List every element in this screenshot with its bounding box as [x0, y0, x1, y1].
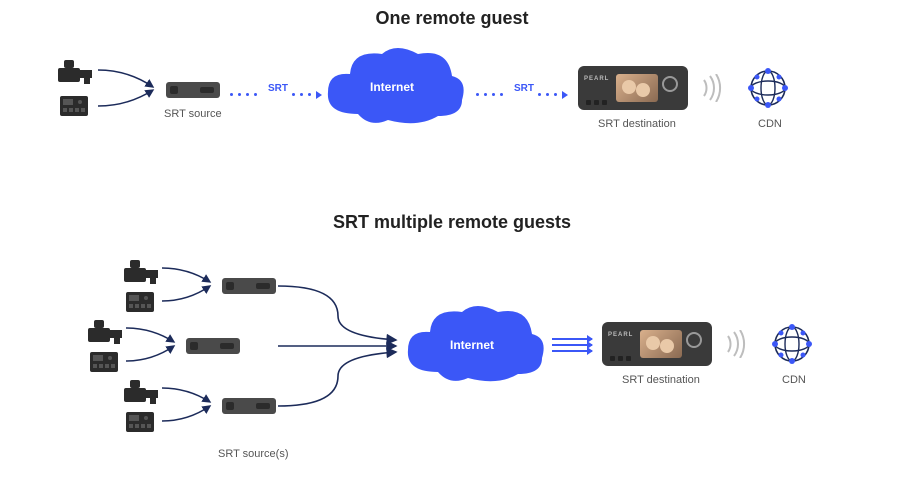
control-panel-icon — [60, 96, 88, 116]
camera-icon — [122, 258, 162, 286]
encoder-icon — [222, 278, 276, 294]
srt-label-right: SRT — [514, 83, 534, 94]
title-multi-guest: SRT multiple remote guests — [333, 212, 571, 233]
srt-label-left: SRT — [268, 83, 288, 94]
encoder-icon — [166, 82, 220, 98]
camera-icon — [122, 378, 162, 406]
control-panel-icon — [126, 292, 154, 312]
camera-icon — [86, 318, 126, 346]
caption-srt-destination: SRT destination — [598, 118, 676, 130]
encoder-icon — [222, 398, 276, 414]
caption-cdn-bottom: CDN — [782, 374, 806, 386]
camera-icon — [56, 58, 96, 86]
caption-srt-destination-bottom: SRT destination — [622, 374, 700, 386]
control-panel-icon — [126, 412, 154, 432]
caption-srt-source: SRT source — [164, 108, 222, 120]
globe-icon — [770, 322, 814, 366]
broadcast-waves-icon — [698, 74, 726, 102]
cloud-label-top: Internet — [370, 80, 414, 94]
globe-icon — [746, 66, 790, 110]
srt-link-left — [230, 86, 262, 96]
title-single-guest: One remote guest — [375, 8, 528, 29]
control-panel-icon — [90, 352, 118, 372]
caption-srt-sources: SRT source(s) — [218, 448, 289, 460]
srt-link-right — [476, 86, 508, 96]
caption-cdn-top: CDN — [758, 118, 782, 130]
broadcast-waves-icon — [722, 330, 750, 358]
srt-link-right-2 — [538, 86, 568, 96]
cloud-label-bottom: Internet — [450, 338, 494, 352]
pearl-device-icon: PEARL — [578, 66, 688, 110]
pearl-device-icon: PEARL — [602, 322, 712, 366]
encoder-icon — [186, 338, 240, 354]
multi-arrow-icon — [552, 334, 592, 356]
